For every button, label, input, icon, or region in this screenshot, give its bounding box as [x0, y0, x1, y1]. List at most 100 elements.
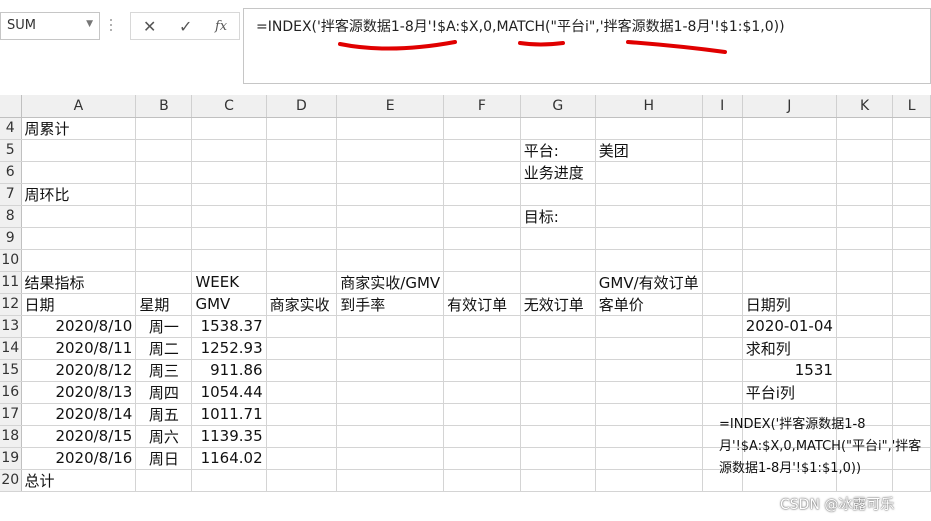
cell-d14[interactable] — [266, 337, 338, 360]
cell-l12[interactable] — [892, 293, 931, 316]
cell-h18[interactable] — [595, 425, 703, 448]
cell-c5[interactable] — [191, 139, 267, 162]
cell-d11[interactable] — [266, 271, 338, 294]
cell-k4[interactable] — [836, 117, 894, 140]
cell-f13[interactable] — [443, 315, 521, 338]
cell-d16[interactable] — [266, 381, 338, 404]
cell-j4[interactable] — [742, 117, 837, 140]
cell-h5[interactable]: 美团 — [595, 139, 703, 162]
cell-g13[interactable] — [520, 315, 596, 338]
row-header[interactable]: 6 — [0, 161, 22, 184]
cell-a19[interactable]: 2020/8/16 — [21, 447, 137, 470]
cell-f18[interactable] — [443, 425, 521, 448]
name-box[interactable]: SUM ▼ — [0, 12, 100, 40]
cell-d19[interactable] — [266, 447, 338, 470]
cell-a8[interactable] — [21, 205, 137, 228]
column-header-a[interactable]: A — [21, 95, 137, 118]
column-header-k[interactable]: K — [836, 95, 894, 118]
cell-k7[interactable] — [836, 183, 894, 206]
cell-c13[interactable]: 1538.37 — [191, 315, 267, 338]
cell-a18[interactable]: 2020/8/15 — [21, 425, 137, 448]
cell-g20[interactable] — [520, 469, 596, 492]
cell-f16[interactable] — [443, 381, 521, 404]
cell-k14[interactable] — [836, 337, 894, 360]
check-icon[interactable]: ✓ — [179, 17, 192, 36]
cell-f11[interactable] — [443, 271, 521, 294]
cell-h20[interactable] — [595, 469, 703, 492]
cell-i9[interactable] — [702, 227, 743, 250]
cell-b7[interactable] — [135, 183, 193, 206]
cell-k13[interactable] — [836, 315, 894, 338]
row-header[interactable]: 15 — [0, 359, 22, 382]
cell-k16[interactable] — [836, 381, 894, 404]
cell-e16[interactable] — [336, 381, 445, 404]
cell-h14[interactable] — [595, 337, 703, 360]
cell-g17[interactable] — [520, 403, 596, 426]
cell-j16[interactable]: 平台i列 — [742, 381, 837, 404]
cell-f17[interactable] — [443, 403, 521, 426]
cell-e5[interactable] — [336, 139, 445, 162]
cell-g16[interactable] — [520, 381, 596, 404]
cell-d5[interactable] — [266, 139, 338, 162]
cell-g19[interactable] — [520, 447, 596, 470]
cell-l11[interactable] — [892, 271, 931, 294]
cell-b5[interactable] — [135, 139, 193, 162]
cell-d20[interactable] — [266, 469, 338, 492]
cell-e19[interactable] — [336, 447, 445, 470]
cell-i15[interactable] — [702, 359, 743, 382]
cell-l6[interactable] — [892, 161, 931, 184]
cell-b4[interactable] — [135, 117, 193, 140]
cell-j13[interactable]: 2020-01-04 — [742, 315, 837, 338]
row-header[interactable]: 8 — [0, 205, 22, 228]
cell-h13[interactable] — [595, 315, 703, 338]
column-header-h[interactable]: H — [595, 95, 703, 118]
cell-a12[interactable]: 日期 — [21, 293, 137, 316]
cell-j10[interactable] — [742, 249, 837, 272]
cell-j17-wrapped-formula[interactable]: =INDEX('拌客源数据1-8月'!$A:$X,0,MATCH("平台i",'… — [719, 414, 931, 480]
cell-f19[interactable] — [443, 447, 521, 470]
cell-j15[interactable]: 1531 — [742, 359, 837, 382]
cell-j6[interactable] — [742, 161, 837, 184]
cell-a14[interactable]: 2020/8/11 — [21, 337, 137, 360]
cell-a20[interactable]: 总计 — [21, 469, 137, 492]
row-header[interactable]: 17 — [0, 403, 22, 426]
cell-e9[interactable] — [336, 227, 445, 250]
cell-g4[interactable] — [520, 117, 596, 140]
cell-c8[interactable] — [191, 205, 267, 228]
cell-c4[interactable] — [191, 117, 267, 140]
cell-c17[interactable]: 1011.71 — [191, 403, 267, 426]
column-header-e[interactable]: E — [336, 95, 445, 118]
cell-k8[interactable] — [836, 205, 894, 228]
cell-l15[interactable] — [892, 359, 931, 382]
cell-j11[interactable] — [742, 271, 837, 294]
cell-f8[interactable] — [443, 205, 521, 228]
cell-d7[interactable] — [266, 183, 338, 206]
cell-g14[interactable] — [520, 337, 596, 360]
cell-e18[interactable] — [336, 425, 445, 448]
cell-i5[interactable] — [702, 139, 743, 162]
cell-i6[interactable] — [702, 161, 743, 184]
cell-c7[interactable] — [191, 183, 267, 206]
cell-g18[interactable] — [520, 425, 596, 448]
cell-g10[interactable] — [520, 249, 596, 272]
cell-g12[interactable]: 无效订单 — [520, 293, 596, 316]
cell-j7[interactable] — [742, 183, 837, 206]
row-header[interactable]: 19 — [0, 447, 22, 470]
drag-handle-icon[interactable] — [108, 16, 114, 36]
cell-f15[interactable] — [443, 359, 521, 382]
cell-i4[interactable] — [702, 117, 743, 140]
cell-f5[interactable] — [443, 139, 521, 162]
cell-e10[interactable] — [336, 249, 445, 272]
cell-g6[interactable]: 业务进度 — [520, 161, 596, 184]
cell-b15[interactable]: 周三 — [135, 359, 193, 382]
cell-h16[interactable] — [595, 381, 703, 404]
cell-d13[interactable] — [266, 315, 338, 338]
cell-c10[interactable] — [191, 249, 267, 272]
row-header[interactable]: 16 — [0, 381, 22, 404]
cell-l14[interactable] — [892, 337, 931, 360]
cell-a11[interactable]: 结果指标 — [21, 271, 137, 294]
cell-h12[interactable]: 客单价 — [595, 293, 703, 316]
column-header-l[interactable]: L — [892, 95, 931, 118]
cell-g7[interactable] — [520, 183, 596, 206]
row-header[interactable]: 20 — [0, 469, 22, 492]
